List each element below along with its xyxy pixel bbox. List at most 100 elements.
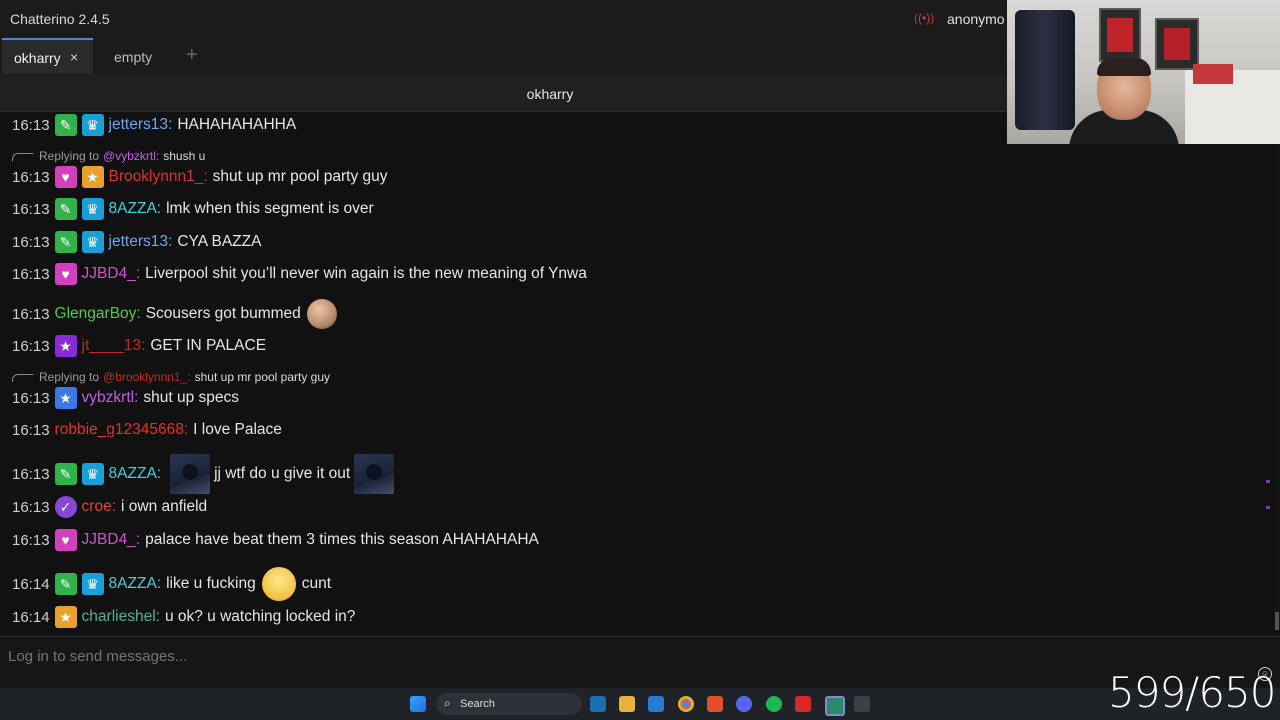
star-badge-icon[interactable]: ★ [81,166,104,188]
message-text: GET IN PALACE [150,337,267,354]
reply-context[interactable]: Replying to @vybzkrtl: shush u [12,149,205,163]
taskbar-search[interactable]: ⌕ Search [436,693,582,715]
chat-message[interactable]: 16:13 ✎ ♛ jetters13: CYA BAZZA [12,231,261,253]
timestamp: 16:13 [12,116,50,134]
channel-name: okharry [526,86,574,102]
start-icon[interactable] [410,696,426,712]
discord-icon[interactable] [736,696,752,712]
message-text: CYA BAZZA [177,233,262,250]
scrollbar-thumb[interactable] [1275,612,1279,630]
overlay-counter: 599/650 [1108,668,1276,717]
heart-badge-icon[interactable]: ♥ [54,263,77,285]
search-label: Search [460,698,495,710]
spotify-icon[interactable] [766,696,782,712]
reply-text: shut up mr pool party guy [194,370,331,384]
crown-badge-icon[interactable]: ♛ [81,463,104,485]
message-input-area: ☺ [0,636,1280,689]
timestamp: 16:14 [12,608,50,626]
reply-context[interactable]: Replying to @brooklynnn1_: shut up mr pool… [12,370,330,384]
cat-emote-icon[interactable] [354,454,395,494]
account-label[interactable]: anonymo [947,11,1005,27]
timestamp: 16:13 [12,233,50,251]
chat-message[interactable]: 16:14 ✎ ♛ 8AZZA: like u fucking cunt [12,567,331,601]
verified-badge-icon[interactable]: ✓ [54,496,77,518]
sword-badge-icon[interactable]: ✎ [54,463,77,485]
crown-badge-icon[interactable]: ♛ [81,114,104,136]
close-tab-icon[interactable]: × [70,49,78,65]
app-icon[interactable] [854,696,870,712]
star-badge-icon[interactable]: ★ [54,387,77,409]
chat-message[interactable]: 16:13 ♥ JJBD4_: Liverpool shit you’ll never… [12,263,587,285]
app-icon[interactable] [795,696,811,712]
chat-message[interactable]: 16:13 ♥ JJBD4_: palace have beat them 3 tim… [12,529,539,551]
timestamp: 16:13 [12,305,50,323]
chrome-icon[interactable] [678,696,694,712]
webcam-overlay [1007,0,1280,144]
username[interactable]: 8AZZA: [109,465,162,483]
sword-badge-icon[interactable]: ✎ [54,198,77,220]
crown-badge-icon[interactable]: ♛ [81,198,104,220]
username[interactable]: JJBD4_: [82,531,141,549]
search-icon: ⌕ [444,696,451,710]
heart-badge-icon[interactable]: ♥ [54,529,77,551]
timestamp: 16:13 [12,168,50,186]
highlight-marker [1266,480,1270,483]
username[interactable]: vybzkrtl: [82,389,139,407]
cat-emote-icon[interactable] [170,454,211,494]
message-text: shut up specs [143,389,240,406]
username[interactable]: GlengarBoy: [55,305,141,323]
face-emote-icon[interactable] [306,299,337,329]
reply-text: shush u [163,149,206,163]
chat-message[interactable]: 16:13 ✓ croe: i own anfield [12,496,207,518]
chat-message[interactable]: 16:13 ✎ ♛ 8AZZA: jj wtf do u give it out [12,454,398,494]
sword-badge-icon[interactable]: ✎ [54,573,77,595]
username[interactable]: JJBD4_: [82,265,141,283]
message-input[interactable] [6,647,1250,666]
add-tab-icon[interactable]: + [186,44,198,67]
chat-message[interactable]: 16:13 robbie_g12345668: I love Palace [12,419,282,441]
username[interactable]: charlieshel: [82,608,160,626]
chatterino-icon[interactable] [825,696,845,716]
tab-empty[interactable]: empty [94,38,176,74]
store-icon[interactable] [648,696,664,712]
reply-prefix: Replying to [39,370,100,384]
reply-target[interactable]: @brooklynnn1_: [103,370,191,384]
username[interactable]: 8AZZA: [109,575,162,593]
tab-okharry[interactable]: okharry × [2,38,93,74]
chat-message[interactable]: 16:13 ★ jt____13: GET IN PALACE [12,335,266,357]
broadcast-icon[interactable]: ((•)) [914,11,934,25]
timestamp: 16:13 [12,389,50,407]
chat-message[interactable]: 16:13 GlengarBoy: Scousers got bummed [12,299,337,329]
chat-message[interactable]: 16:13 ♥ ★ Brooklynnn1_: shut up mr pool part… [12,166,388,188]
crown-badge-icon[interactable]: ♛ [81,231,104,253]
sword-badge-icon[interactable]: ✎ [54,114,77,136]
file-explorer-icon[interactable] [619,696,635,712]
star-badge-icon[interactable]: ★ [54,606,77,628]
heart-badge-icon[interactable]: ♥ [54,166,77,188]
eyes-emote-icon[interactable] [261,567,296,601]
star-badge-icon[interactable]: ★ [54,335,77,357]
crown-badge-icon[interactable]: ♛ [81,573,104,595]
chat-message[interactable]: 16:13 ✎ ♛ 8AZZA: lmk when this segment is ov… [12,198,374,220]
message-text: HAHAHAHAHHA [177,116,297,133]
chat-message[interactable]: 16:13 ✎ ♛ jetters13: HAHAHAHAHHA [12,114,296,136]
scrollbar[interactable] [1274,112,1280,632]
message-text: Liverpool shit you’ll never win again is… [145,265,587,282]
username[interactable]: jetters13: [109,116,173,134]
steam-icon[interactable] [590,696,606,712]
username[interactable]: jetters13: [109,233,173,251]
webcam-background [1193,64,1233,84]
username[interactable]: 8AZZA: [109,200,162,218]
brave-icon[interactable] [707,696,723,712]
username[interactable]: Brooklynnn1_: [109,168,208,186]
message-text: u ok? u watching locked in? [164,608,356,625]
chat-log[interactable]: 16:13 ✎ ♛ jetters13: HAHAHAHAHHA Replying to @… [0,112,1274,632]
chat-message[interactable]: 16:13 ★ vybzkrtl: shut up specs [12,387,239,409]
username[interactable]: robbie_g12345668: [55,421,189,439]
reply-target[interactable]: @vybzkrtl: [103,149,159,163]
message-text: I love Palace [193,421,282,438]
username[interactable]: jt____13: [82,337,146,355]
sword-badge-icon[interactable]: ✎ [54,231,77,253]
username[interactable]: croe: [82,498,116,516]
chat-message[interactable]: 16:14 ★ charlieshel: u ok? u watching locke… [12,606,355,628]
